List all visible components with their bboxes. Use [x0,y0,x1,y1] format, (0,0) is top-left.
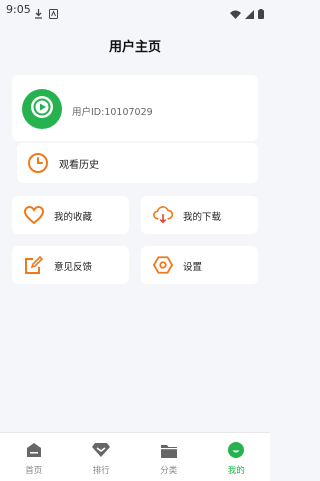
feedback-label: 意见反馈 [54,262,93,273]
tab-mine-label: 我的 [227,466,245,476]
battery-icon [258,4,264,23]
favorites-button[interactable]: 我的收藏 [12,196,129,234]
watch-history-button[interactable]: 观看历史 [17,143,258,183]
settings-button[interactable]: 设置 [141,246,258,284]
tab-ranking[interactable]: 排行 [68,433,136,481]
tab-category-label: 分类 [160,466,178,476]
feedback-button[interactable]: 意见反馈 [12,246,129,284]
profile-card[interactable]: 用户ID:10107029 [12,75,258,141]
status-time: 9:05 [6,3,31,16]
bottom-tab-bar: 首页 排行 分类 我的 [0,432,270,481]
profile-smile-icon [227,441,245,459]
tab-home-label: 首页 [25,466,43,476]
status-bar: 9:05 [0,0,270,20]
tab-category[interactable]: 分类 [135,433,203,481]
heart-icon [24,205,44,225]
favorites-label: 我的收藏 [54,212,93,223]
play-clock-logo-icon [29,94,55,124]
tab-mine[interactable]: 我的 [203,433,271,481]
folder-icon [160,441,178,459]
home-icon [25,441,43,459]
tab-home[interactable]: 首页 [0,433,68,481]
app-notification-icon [49,4,58,23]
avatar[interactable] [22,89,62,129]
tab-ranking-label: 排行 [92,466,110,476]
page-title: 用户主页 [108,40,161,55]
clock-icon [27,152,49,174]
rank-icon [92,441,111,459]
settings-label: 设置 [183,262,203,273]
downloads-button[interactable]: 我的下载 [141,196,258,234]
feedback-edit-icon [24,255,44,275]
user-id-text: 用户ID:10107029 [72,107,153,118]
wifi-icon [230,4,241,23]
download-notification-icon [34,4,43,23]
signal-icon [245,4,254,23]
cloud-download-icon [153,205,173,225]
downloads-label: 我的下载 [183,212,222,223]
settings-hexagon-icon [153,255,173,275]
watch-history-label: 观看历史 [59,160,99,171]
